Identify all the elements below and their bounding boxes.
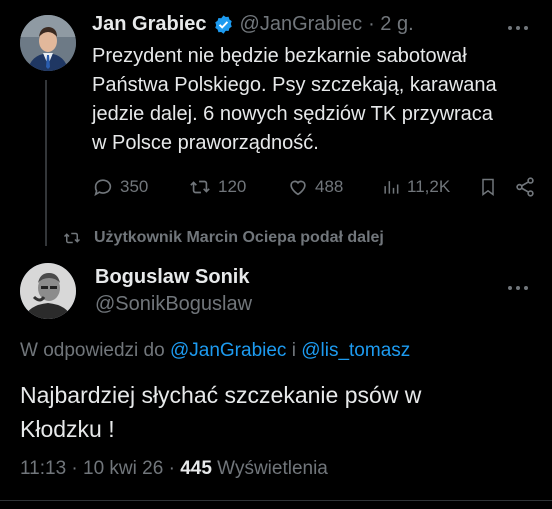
tweet-time[interactable]: · 2 g.	[368, 13, 414, 36]
tweet-line: Prezydent nie będzie bezkarnie sabotował	[92, 45, 467, 67]
more-options-icon[interactable]	[508, 24, 536, 32]
avatar-boguslaw-sonik[interactable]	[20, 263, 76, 319]
tweet-body: Najbardziej słychać szczekanie psów w Kł…	[20, 378, 540, 446]
views-chart-icon	[384, 181, 399, 194]
share-button[interactable]	[514, 176, 536, 198]
heart-icon	[290, 180, 306, 196]
tweet-line: Kłodzku !	[20, 416, 115, 442]
reply-context: W odpowiedzi do @JanGrabiec i @lis_tomas…	[20, 340, 410, 362]
bookmark-icon	[482, 178, 494, 196]
views-label: Wyświetlenia	[217, 458, 328, 479]
like-count: 488	[315, 177, 344, 196]
tweet-meta: 11:13 · 10 kwi 26 · 445 Wyświetlenia	[20, 458, 328, 480]
author-handle[interactable]: @SonikBoguslaw	[95, 293, 252, 316]
tweet-line: Państwa Polskiego. Psy szczekają, karawa…	[92, 74, 497, 96]
thread-connector	[45, 80, 47, 246]
more-options-icon[interactable]	[508, 284, 536, 292]
tweet-line: jedzie dalej. 6 nowych sędziów TK przywr…	[92, 103, 493, 125]
repost-banner: Użytkownik Marcin Ociepa podał dalej	[62, 229, 384, 247]
bookmark-button[interactable]	[478, 176, 498, 198]
reply-and: i	[291, 340, 296, 361]
repost-small-icon	[63, 232, 81, 244]
repost-button[interactable]: 120	[188, 176, 246, 198]
tweet-timestamp[interactable]: 11:13 · 10 kwi 26 ·	[20, 458, 175, 479]
repost-banner-text[interactable]: Użytkownik Marcin Ociepa podał dalej	[94, 229, 384, 247]
divider	[0, 500, 552, 501]
reply-icon	[94, 179, 112, 197]
reply-prefix: W odpowiedzi do	[20, 340, 165, 361]
repost-count: 120	[218, 177, 247, 196]
mention-link[interactable]: @lis_tomasz	[301, 340, 410, 361]
views-button[interactable]: 11,2K	[381, 176, 450, 198]
share-icon	[516, 177, 534, 197]
author-handle[interactable]: @JanGrabiec	[240, 13, 363, 36]
mention-link[interactable]: @JanGrabiec	[170, 340, 286, 361]
tweet-line: Najbardziej słychać szczekanie psów w	[20, 382, 422, 408]
reply-button[interactable]: 350	[92, 176, 148, 198]
like-button[interactable]: 488	[287, 176, 343, 198]
tweet-body: Prezydent nie będzie bezkarnie sabotował…	[92, 42, 542, 158]
views-count: 11,2K	[407, 177, 451, 196]
avatar-jan-grabiec[interactable]	[20, 15, 76, 71]
author-name[interactable]: Boguslaw Sonik	[95, 266, 249, 289]
author-name[interactable]: Jan Grabiec	[92, 13, 207, 36]
reply-count: 350	[120, 177, 149, 196]
repost-icon	[190, 180, 210, 194]
views-count: 445	[180, 458, 212, 479]
tweet-line: w Polsce praworządność.	[92, 132, 319, 154]
verified-badge-icon	[213, 14, 234, 35]
